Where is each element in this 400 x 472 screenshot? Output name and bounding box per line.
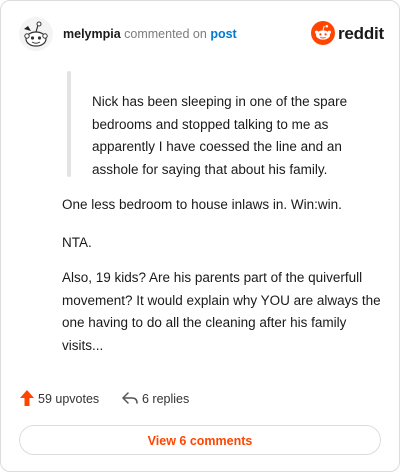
comment-card: melympia commented on post reddit Nick h… [0, 0, 400, 472]
comment-meta: melympia commented on post [63, 27, 237, 41]
upvote-count: 59 upvotes [38, 392, 100, 406]
post-link[interactable]: post [210, 27, 236, 41]
meta-verb: commented on [124, 27, 207, 41]
reddit-wordmark: reddit [338, 24, 385, 43]
reddit-logo-icon [311, 21, 335, 45]
quote-bar [67, 71, 71, 177]
comment-paragraph: NTA. [62, 235, 92, 250]
quoted-text: Nick has been sleeping in one of the spa… [92, 94, 348, 177]
user-avatar[interactable] [19, 17, 53, 51]
view-comments-button[interactable]: View 6 comments [19, 425, 381, 455]
comment-stats: 59 upvotes 6 replies [19, 387, 379, 411]
upvote-arrow-icon [20, 390, 34, 406]
username-link[interactable]: melympia [63, 27, 121, 41]
reply-count: 6 replies [142, 392, 190, 406]
comment-paragraph: Also, 19 kids? Are his parents part of t… [62, 270, 381, 353]
reply-arrow-icon [122, 392, 138, 404]
comment-paragraph: One less bedroom to house inlaws in. Win… [62, 197, 342, 212]
comment-header: melympia commented on post reddit [19, 17, 385, 53]
snoo-avatar-icon [19, 17, 53, 51]
reddit-brand[interactable]: reddit [311, 21, 385, 47]
